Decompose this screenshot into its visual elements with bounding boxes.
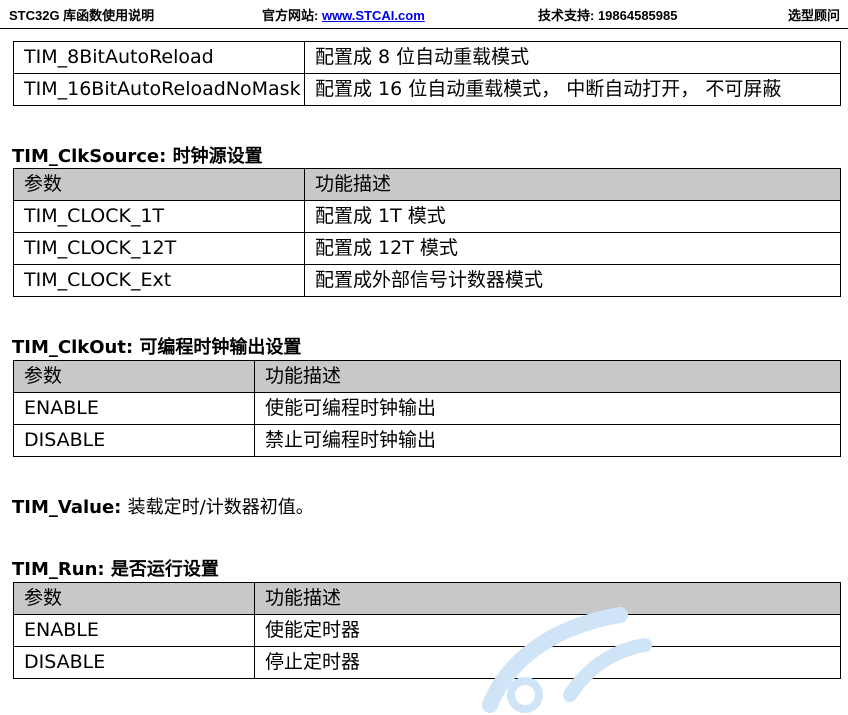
doc-title: STC32G 库函数使用说明 (9, 8, 155, 23)
desc-cell: 配置成 12T 模式 (304, 232, 841, 265)
param-cell: DISABLE (13, 424, 255, 457)
param-cell: ENABLE (13, 614, 255, 647)
header-cell: 参数 (13, 582, 255, 615)
run-table: 参数 功能描述 ENABLE 使能定时器 DISABLE 停止定时器 (13, 582, 841, 679)
clkout-table: 参数 功能描述 ENABLE 使能可编程时钟输出 DISABLE 禁止可编程时钟… (13, 360, 841, 457)
table-row: TIM_CLOCK_12T 配置成 12T 模式 (13, 232, 841, 265)
table-header-row: 参数 功能描述 (13, 582, 841, 615)
param-cell: TIM_16BitAutoReloadNoMask (13, 73, 305, 106)
table-row: TIM_CLOCK_1T 配置成 1T 模式 (13, 200, 841, 233)
header-cell: 参数 (13, 360, 255, 393)
param-cell: TIM_CLOCK_Ext (13, 264, 305, 297)
desc-cell: 禁止可编程时钟输出 (254, 424, 841, 457)
header-right: 选型顾问 (788, 8, 841, 23)
run-title: TIM_Run: 是否运行设置 (12, 559, 219, 580)
value-title: TIM_Value: (12, 497, 128, 518)
site-link[interactable]: www.STCAI.com (322, 8, 425, 23)
param-cell: TIM_CLOCK_1T (13, 200, 305, 233)
desc-cell: 使能可编程时钟输出 (254, 392, 841, 425)
table-row: TIM_CLOCK_Ext 配置成外部信号计数器模式 (13, 264, 841, 297)
table-row: TIM_8BitAutoReload 配置成 8 位自动重载模式 (13, 41, 841, 74)
desc-cell: 配置成 8 位自动重载模式 (304, 41, 841, 74)
table-header-row: 参数 功能描述 (13, 360, 841, 393)
desc-cell: 配置成 1T 模式 (304, 200, 841, 233)
value-desc: 装载定时/计数器初值。 (127, 497, 314, 518)
param-cell: TIM_8BitAutoReload (13, 41, 305, 74)
table-row: DISABLE 禁止可编程时钟输出 (13, 424, 841, 457)
official-site: 官方网站: www.STCAI.com (262, 5, 425, 24)
header-cell: 功能描述 (304, 168, 841, 201)
param-cell: TIM_CLOCK_12T (13, 232, 305, 265)
param-cell: ENABLE (13, 392, 255, 425)
desc-cell: 使能定时器 (254, 614, 841, 647)
param-cell: DISABLE (13, 646, 255, 679)
header-cell: 参数 (13, 168, 305, 201)
reload-mode-table: TIM_8BitAutoReload 配置成 8 位自动重载模式 TIM_16B… (13, 41, 841, 106)
table-row: TIM_16BitAutoReloadNoMask 配置成 16 位自动重载模式… (13, 73, 841, 106)
header-cell: 功能描述 (254, 582, 841, 615)
table-row: ENABLE 使能定时器 (13, 614, 841, 647)
table-header-row: 参数 功能描述 (13, 168, 841, 201)
desc-cell: 配置成外部信号计数器模式 (304, 264, 841, 297)
header-cell: 功能描述 (254, 360, 841, 393)
site-label: 官方网站: (262, 8, 322, 23)
clksource-title: TIM_ClkSource: 时钟源设置 (12, 146, 263, 167)
desc-cell: 停止定时器 (254, 646, 841, 679)
support-phone: 技术支持: 19864585985 (538, 8, 678, 23)
table-row: DISABLE 停止定时器 (13, 646, 841, 679)
clksource-table: 参数 功能描述 TIM_CLOCK_1T 配置成 1T 模式 TIM_CLOCK… (13, 168, 841, 297)
page-header: STC32G 库函数使用说明 官方网站: www.STCAI.com 技术支持:… (0, 0, 848, 29)
desc-cell: 配置成 16 位自动重载模式， 中断自动打开， 不可屏蔽 (304, 73, 841, 106)
value-paragraph: TIM_Value: 装载定时/计数器初值。 (12, 493, 314, 519)
clkout-title: TIM_ClkOut: 可编程时钟输出设置 (12, 337, 302, 358)
table-row: ENABLE 使能可编程时钟输出 (13, 392, 841, 425)
